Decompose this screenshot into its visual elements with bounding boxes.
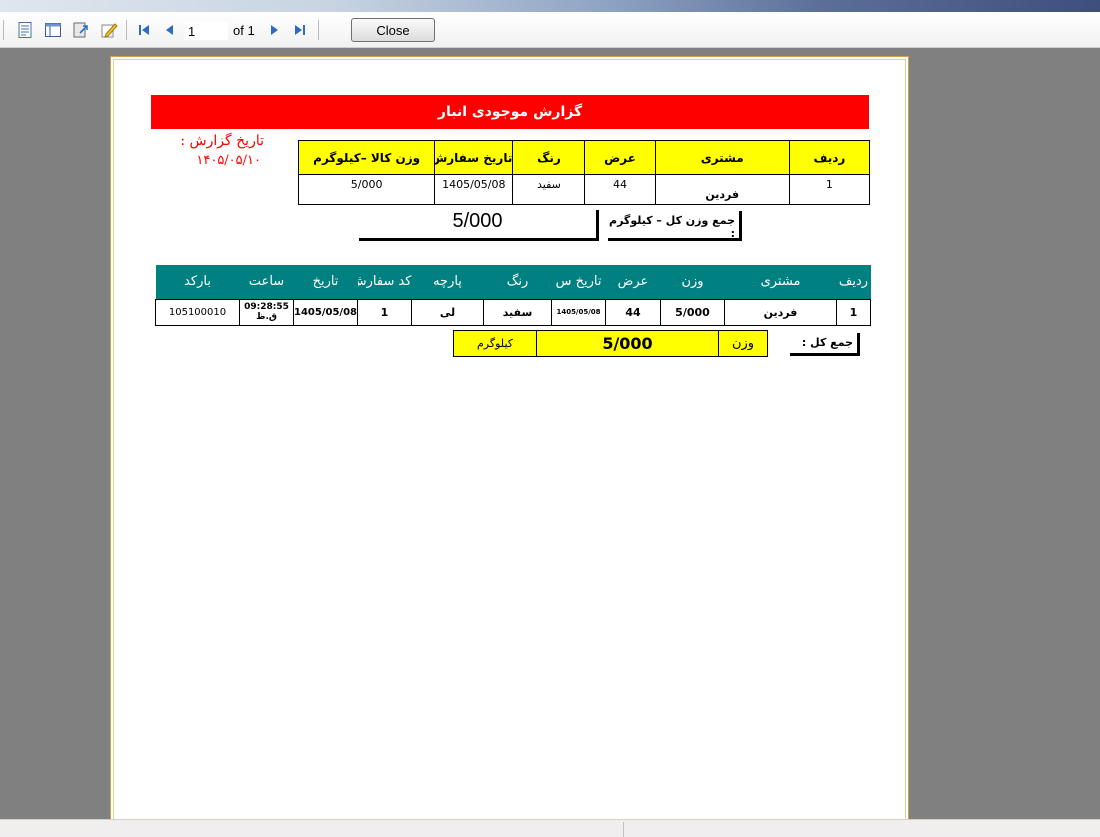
grand-total-weight-label: وزن — [718, 330, 768, 357]
toolbar-separator — [126, 20, 127, 40]
header-cell: رنگ — [512, 140, 586, 175]
header-cell: ردیف — [836, 265, 871, 299]
export-icon — [73, 22, 88, 38]
header-cell: وزن کالا –کیلوگرم — [297, 140, 436, 175]
grand-total-label: جمع کل : — [790, 333, 860, 356]
header-cell: مشتری — [724, 265, 837, 299]
header-cell: ردیف — [788, 140, 871, 175]
cell-color: سفید — [512, 174, 586, 205]
time-value: 09:28:55 — [244, 302, 289, 312]
cell-order-code: 1 — [357, 298, 412, 326]
cell-customer: فردین — [724, 298, 837, 326]
header-cell: عرض — [584, 140, 656, 175]
report-date-value: ۱۴۰۵/۰۵/۱۰ — [196, 153, 261, 168]
page-count-label: of 1 — [233, 23, 255, 38]
header-cell: وزن — [660, 265, 725, 299]
cell-width: 44 — [584, 174, 656, 205]
header-cell: تاریخ س — [551, 265, 606, 299]
header-cell: کد سفارش — [357, 265, 412, 299]
report-date-label: تاریخ گزارش : — [180, 133, 264, 149]
header-cell: عرض — [605, 265, 661, 299]
previous-page-button[interactable] — [159, 19, 181, 41]
toolbar-separator — [3, 20, 4, 40]
export-button[interactable] — [70, 19, 92, 41]
status-bar-separator — [623, 822, 624, 837]
page-layout-icon — [45, 23, 61, 37]
last-page-button[interactable] — [289, 19, 311, 41]
cell-fabric: لی — [411, 298, 484, 326]
report-viewer-toolbar: of 1 Close — [0, 12, 1100, 48]
header-cell: بارکد — [155, 265, 240, 299]
header-cell: تاریخ سفارش — [434, 140, 514, 175]
status-bar — [0, 819, 1100, 837]
header-cell: تاریخ — [293, 265, 358, 299]
current-page-input[interactable] — [184, 22, 228, 40]
window-title-strip — [0, 0, 1100, 12]
header-cell: مشتری — [654, 140, 790, 175]
last-page-icon — [295, 25, 305, 35]
previous-page-icon — [166, 25, 173, 35]
header-cell: رنگ — [483, 265, 552, 299]
cell-barcode: 105100010 — [155, 298, 240, 326]
edit-report-button[interactable] — [98, 19, 120, 41]
cell-order-date: 1405/05/08 — [551, 298, 606, 326]
page-setup-button[interactable] — [42, 19, 64, 41]
grand-total-unit: کیلوگرم — [453, 330, 537, 357]
detail-table: بارکد ساعت تاریخ کد سفارش پارچه رنگ تاری… — [155, 265, 871, 326]
summary-table-header: وزن کالا –کیلوگرم تاریخ سفارش رنگ عرض مش… — [297, 140, 871, 175]
first-page-icon — [139, 25, 149, 35]
pencil-icon — [101, 23, 118, 38]
report-title: گزارش موجودی انبار — [151, 95, 869, 129]
first-page-button[interactable] — [133, 19, 155, 41]
cell-time: 09:28:55 ق.ظ — [239, 298, 294, 326]
header-cell: پارچه — [411, 265, 484, 299]
time-period: ق.ظ — [256, 312, 277, 322]
summary-table: وزن کالا –کیلوگرم تاریخ سفارش رنگ عرض مش… — [297, 140, 871, 205]
table-row: 5/000 1405/05/08 سفید 44 فردین 1 — [297, 174, 871, 205]
cell-customer: فردین — [654, 174, 790, 205]
cell-color: سفید — [483, 298, 552, 326]
cell-weight: 5/000 — [297, 174, 436, 205]
document-icon — [18, 22, 32, 38]
next-page-icon — [271, 25, 278, 35]
close-button[interactable]: Close — [351, 18, 435, 42]
summary-total-label: جمع وزن کل – کیلوگرم : — [608, 211, 742, 241]
print-layout-button[interactable] — [14, 19, 36, 41]
cell-row-number: 1 — [788, 174, 871, 205]
cell-width: 44 — [605, 298, 661, 326]
summary-total-value: 5/000 — [359, 210, 599, 241]
header-cell: ساعت — [239, 265, 294, 299]
grand-total-value: 5/000 — [536, 330, 719, 357]
cell-weight: 5/000 — [660, 298, 725, 326]
detail-table-header: بارکد ساعت تاریخ کد سفارش پارچه رنگ تاری… — [155, 265, 871, 299]
toolbar-separator — [318, 20, 319, 40]
table-row: 105100010 09:28:55 ق.ظ 1405/05/08 1 لی س… — [155, 298, 871, 326]
cell-order-date: 1405/05/08 — [434, 174, 514, 205]
next-page-button[interactable] — [263, 19, 285, 41]
cell-row-number: 1 — [836, 298, 871, 326]
cell-date: 1405/05/08 — [293, 298, 358, 326]
